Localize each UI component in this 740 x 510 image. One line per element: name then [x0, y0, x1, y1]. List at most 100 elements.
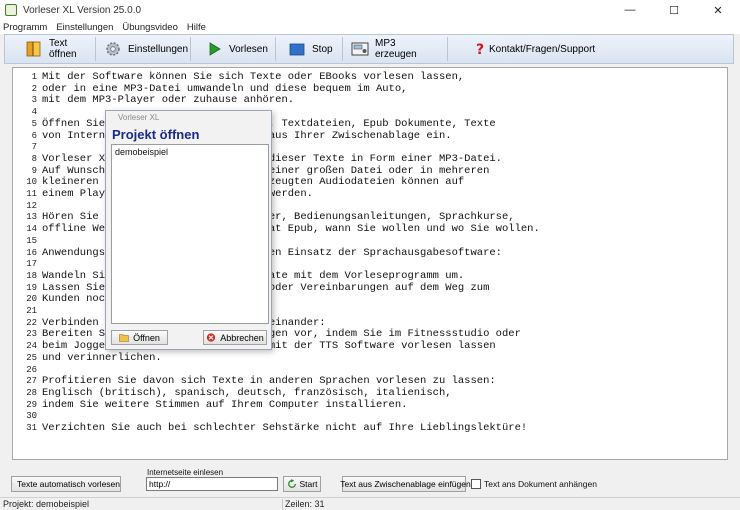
editor-line: 17 [13, 258, 42, 270]
line-number: 18 [26, 270, 37, 281]
editor-line: 4 [13, 106, 42, 118]
line-number: 11 [26, 189, 37, 199]
append-checkbox[interactable] [471, 479, 481, 489]
auto-read-button[interactable]: Texte automatisch vorlesen [11, 476, 121, 492]
line-number: 5 [31, 118, 37, 129]
editor-line: 1 Mit der Software können Sie sich Texte … [13, 71, 465, 83]
project-list-item[interactable]: demobeispiel [115, 147, 168, 157]
svg-text:?: ? [476, 42, 484, 58]
line-text: Profitieren Sie davon sich Texte in ande… [42, 375, 496, 388]
toolbar-separator [275, 37, 276, 61]
line-number: 7 [31, 142, 37, 153]
dialog-open-label: Öffnen [133, 332, 160, 343]
line-text: indem Sie weitere Stimmen auf Ihrem Comp… [42, 398, 408, 411]
stop-label: Stop [312, 43, 333, 55]
url-input[interactable] [146, 477, 278, 491]
line-number: 30 [26, 411, 37, 422]
mp3-create-button[interactable]: MP3 erzeugen [345, 36, 445, 62]
project-list[interactable]: demobeispiel [111, 144, 269, 324]
line-number: 21 [26, 306, 37, 316]
editor-line: 21 [13, 305, 42, 317]
stop-icon [289, 43, 305, 56]
line-number: 20 [26, 294, 37, 305]
open-project-dialog: Vorleser XL Projekt öffnen demobeispiel … [105, 110, 272, 350]
app-window: Vorleser XL Version 25.0.0 — ☐ ✕ Program… [0, 0, 740, 510]
line-number: 9 [31, 165, 37, 176]
line-number: 16 [26, 247, 37, 258]
dialog-title: Projekt öffnen [112, 127, 200, 142]
cancel-icon [207, 333, 216, 342]
editor-line: 30 [13, 410, 42, 422]
menu-bar: Programm Einstellungen Übungsvideo Hilfe [0, 20, 740, 34]
dialog-open-button[interactable]: Öffnen [111, 330, 168, 345]
editor-line: 26 [13, 364, 42, 376]
line-number: 15 [26, 235, 37, 246]
editor-line: 15 [13, 235, 42, 247]
mp3-player-icon [351, 42, 369, 56]
title-bar: Vorleser XL Version 25.0.0 — ☐ ✕ [0, 0, 740, 20]
minimize-button[interactable]: — [608, 0, 652, 20]
line-number: 6 [31, 130, 37, 141]
line-number: 3 [31, 95, 37, 106]
editor-line: 2 oder in eine MP3-Datei umwandeln und di… [13, 82, 408, 95]
editor-line: 31 Verzichten Sie auch bei schlechter Seh… [13, 422, 527, 434]
line-text: oder in eine MP3-Datei umwandeln und die… [42, 82, 408, 95]
menu-uebungsvideo[interactable]: Übungsvideo [122, 22, 177, 33]
close-button[interactable]: ✕ [696, 0, 740, 20]
line-number: 23 [26, 329, 37, 340]
window-title: Vorleser XL Version 25.0.0 [23, 4, 142, 16]
toolbar: Text öffnen Einstellungen Vorlesen Stop [4, 34, 734, 64]
line-number: 27 [26, 376, 37, 387]
book-icon [26, 41, 41, 57]
clipboard-insert-button[interactable]: Text aus Zwischenablage einfügen [340, 476, 471, 492]
status-project: Projekt: demobeispiel [3, 499, 90, 509]
line-number: 29 [26, 399, 37, 410]
editor-line: 28 Englisch (britisch), spanisch, deutsch… [13, 386, 452, 399]
toolbar-separator [447, 37, 448, 61]
line-text: Kunden noc [42, 293, 106, 306]
line-number: 17 [26, 259, 37, 270]
dialog-cancel-button[interactable]: Abbrechen [203, 330, 267, 345]
status-line-count: Zeilen: 31 [285, 499, 325, 509]
auto-read-label: Texte automatisch vorlesen [17, 479, 120, 489]
append-label: Text ans Dokument anhängen [484, 479, 597, 489]
status-divider [282, 499, 283, 510]
line-text: Englisch (britisch), spanisch, deutsch, … [42, 386, 452, 399]
line-number: 14 [26, 224, 37, 235]
play-icon [209, 42, 221, 56]
open-text-button[interactable]: Text öffnen [5, 36, 93, 62]
dialog-caption: Vorleser XL [118, 113, 160, 122]
editor-line: 3 mit dem MP3-Player oder zuhause anhören… [13, 94, 294, 106]
editor-line: 25 und verinnerlichen. [13, 352, 162, 364]
line-number: 2 [31, 83, 37, 94]
mp3-create-label: MP3 erzeugen [375, 38, 417, 60]
start-button[interactable]: Start [283, 476, 321, 492]
menu-programm[interactable]: Programm [3, 22, 47, 33]
menu-einstellungen[interactable]: Einstellungen [56, 22, 113, 33]
contact-support-label: Kontakt/Fragen/Support [489, 43, 596, 55]
question-icon: ? [476, 42, 484, 58]
line-number: 28 [26, 387, 37, 398]
editor-line: 12 [13, 200, 42, 212]
settings-button[interactable]: Einstellungen [98, 36, 188, 62]
line-number: 19 [26, 282, 37, 293]
toolbar-separator [95, 37, 96, 61]
stop-button[interactable]: Stop [278, 36, 340, 62]
read-aloud-button[interactable]: Vorlesen [193, 36, 273, 62]
settings-label: Einstellungen [128, 43, 189, 55]
line-number: 22 [26, 317, 37, 328]
line-number: 31 [26, 423, 37, 433]
line-number: 25 [26, 352, 37, 363]
menu-hilfe[interactable]: Hilfe [187, 22, 206, 33]
line-number: 26 [26, 364, 37, 375]
editor-line: 27 Profitieren Sie davon sich Texte in an… [13, 375, 496, 387]
line-number: 10 [26, 177, 37, 188]
maximize-button[interactable]: ☐ [652, 0, 696, 20]
line-text: und verinnerlichen. [42, 351, 162, 364]
line-number: 8 [31, 153, 37, 164]
contact-support-button[interactable]: ? Kontakt/Fragen/Support [450, 36, 600, 62]
line-text: Mit der Software können Sie sich Texte o… [42, 71, 465, 83]
web-page-label: Internetseite einlesen [147, 468, 224, 477]
line-number: 4 [31, 107, 37, 118]
editor-line: 20 Kunden noc [13, 293, 105, 305]
